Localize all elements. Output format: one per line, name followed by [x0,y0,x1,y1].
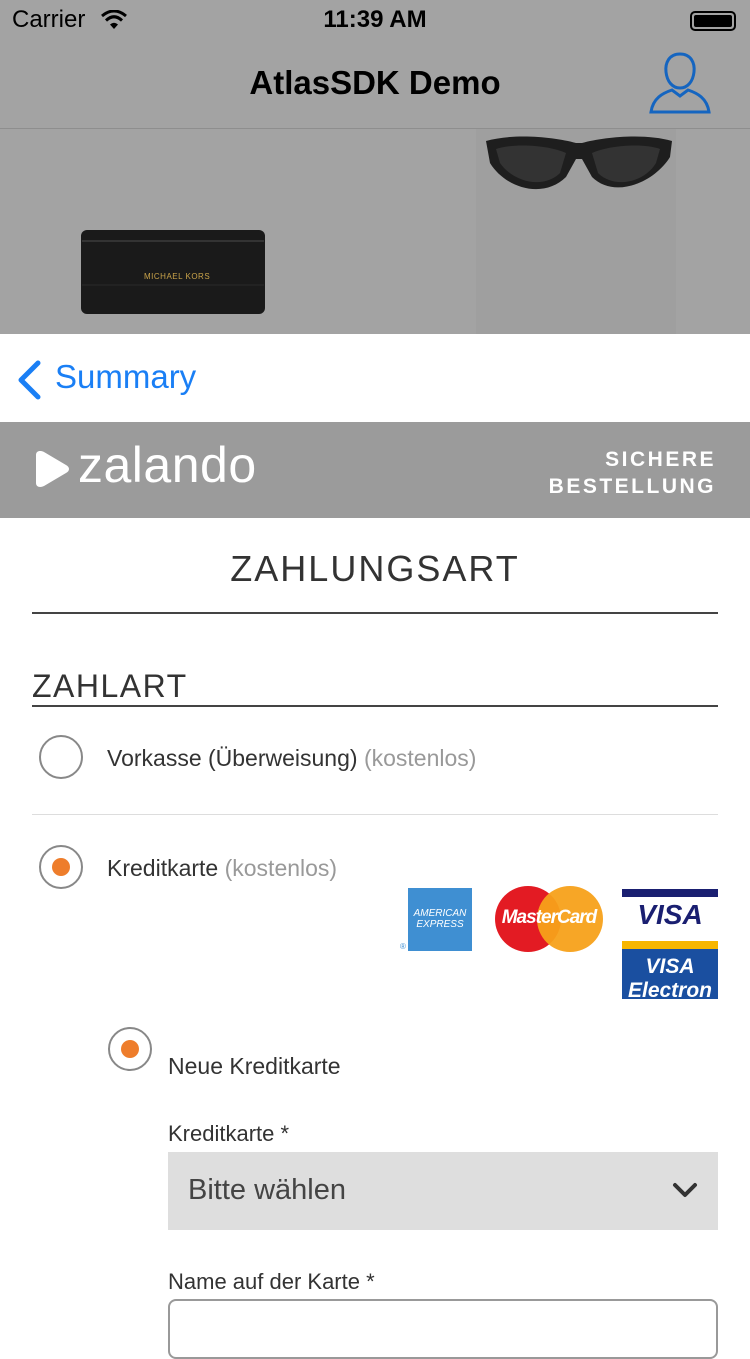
zalando-logo: zalando [78,437,257,493]
status-bar: Carrier 11:39 AM [0,0,750,40]
app-title: AtlasSDK Demo [249,64,501,101]
visa-electron-line-1: VISA [645,955,695,978]
radio-vorkasse[interactable] [39,735,83,779]
visa-logos: VISA VISA Electron [622,889,718,999]
new-card-label[interactable]: Neue Kreditkarte [168,1053,341,1080]
secure-line-1: SICHERE [605,448,716,471]
sunglasses-image[interactable] [484,133,674,203]
visa-text: VISA [637,899,703,930]
option-vorkasse-note: (kostenlos) [363,745,477,771]
back-chevron-icon[interactable] [16,360,42,400]
card-type-select[interactable]: Bitte wählen [168,1152,718,1230]
app-nav-bar: AtlasSDK Demo [0,40,750,129]
section-divider [32,705,718,707]
option-vorkasse-label: Vorkasse (Überweisung) [107,745,358,771]
option-divider [32,814,718,815]
checkout-nav-bar: Summary [0,334,750,422]
card-type-label: Kreditkarte * [168,1121,290,1146]
page-title: ZAHLUNGSART [230,548,520,589]
amex-registered-mark: ® [400,942,406,951]
zalando-header: zalando SICHERE BESTELLUNG [0,422,750,518]
secure-order-badge: SICHERE BESTELLUNG [549,446,716,500]
visa-electron-line-2: Electron [627,979,713,999]
radio-new-card[interactable] [108,1027,152,1071]
card-type-value: Bitte wählen [188,1174,346,1206]
secure-line-2: BESTELLUNG [548,475,716,498]
amex-line-2: EXPRESS [416,919,464,930]
clock: 11:39 AM [323,6,427,33]
option-kreditkarte-note: (kostenlos) [224,855,338,881]
chevron-down-icon [673,1183,697,1197]
mastercard-logo: MasterCard [495,886,603,952]
name-on-card-input[interactable] [168,1299,718,1359]
zalando-logo-icon [36,451,69,487]
option-kreditkarte-label: Kreditkarte [107,855,219,881]
section-title: ZAHLART [32,668,188,704]
amex-logo: AMERICAN EXPRESS [408,888,472,951]
wallet-brand: MICHAEL KORS [144,272,211,281]
radio-kreditkarte[interactable] [39,845,83,889]
name-on-card-label: Name auf der Karte * [168,1269,375,1294]
option-kreditkarte[interactable]: Kreditkarte (kostenlos) [107,855,337,882]
mastercard-text: MasterCard [501,907,598,928]
option-vorkasse[interactable]: Vorkasse (Überweisung) (kostenlos) [107,745,476,772]
product-hero: MICHAEL KORS [0,129,750,334]
amex-line-1: AMERICAN [413,908,467,919]
title-divider [32,612,718,614]
visa-electron-logo: VISA Electron [622,955,718,999]
user-profile-icon[interactable] [648,48,712,114]
battery-icon [690,11,736,31]
back-button[interactable]: Summary [55,358,196,396]
